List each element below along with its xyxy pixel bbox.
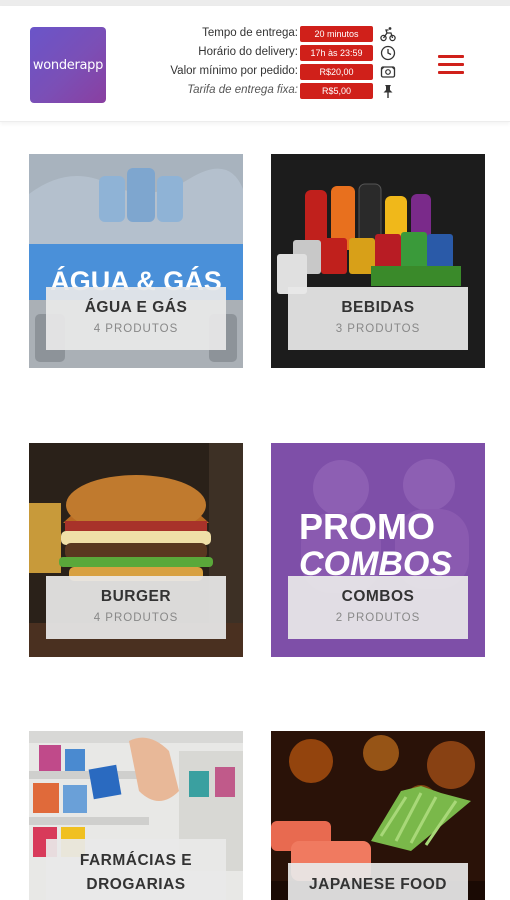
wonderapp-logo[interactable]: wonderapp (30, 27, 106, 103)
delivery-fee-row: Tarifa de entrega fixa: R$5,00 (140, 83, 402, 101)
minimum-order-row: Valor mínimo por pedido: R$20,00 (140, 64, 402, 82)
category-label-box: BURGER 4 PRODUTOS (46, 576, 226, 639)
category-label-box: ÁGUA E GÁS 4 PRODUTOS (46, 287, 226, 350)
category-card-bebidas[interactable]: BEBIDAS 3 PRODUTOS (271, 154, 485, 368)
category-label-box: JAPANESE FOOD (288, 863, 468, 900)
category-title: COMBOS (341, 588, 415, 605)
category-card-burger[interactable]: BURGER 4 PRODUTOS (29, 443, 243, 657)
category-title: BURGER (100, 588, 172, 605)
delivery-hours-row: Horário do delivery: 17h às 23:59 (140, 45, 402, 63)
category-title-line1: FARMÁCIAS E (79, 852, 193, 869)
money-icon (380, 66, 396, 78)
category-product-count: 4 PRODUTOS (93, 323, 179, 335)
pin-icon (383, 85, 393, 98)
minimum-order-label: Valor mínimo por pedido: (170, 65, 298, 77)
delivery-time-value: 20 minutos (300, 26, 373, 42)
category-card-japanese-food[interactable]: JAPANESE FOOD (271, 731, 485, 900)
delivery-hours-label: Horário do delivery: (198, 46, 298, 58)
category-label-box: FARMÁCIAS E DROGARIAS (46, 839, 226, 900)
delivery-fee-label: Tarifa de entrega fixa: (187, 84, 298, 96)
category-label-box: BEBIDAS 3 PRODUTOS (288, 287, 468, 350)
category-title: JAPANESE FOOD (309, 876, 447, 893)
delivery-time-label: Tempo de entrega: (202, 27, 298, 39)
category-product-count: 4 PRODUTOS (93, 612, 179, 624)
logo-text: wonderapp (32, 57, 104, 73)
category-product-count: 3 PRODUTOS (335, 323, 421, 335)
app-header: wonderapp Tempo de entrega: 20 minutos H… (0, 6, 510, 122)
delivery-time-row: Tempo de entrega: 20 minutos (140, 26, 402, 44)
category-title: ÁGUA E GÁS (84, 299, 188, 316)
category-card-combos[interactable]: PROMO COMBOS COMBOS 2 PRODUTOS (271, 443, 485, 657)
category-card-farmacias[interactable]: FARMÁCIAS E DROGARIAS (29, 731, 243, 900)
hamburger-menu-icon[interactable] (438, 55, 464, 77)
category-label-box: COMBOS 2 PRODUTOS (288, 576, 468, 639)
category-title-line2: DROGARIAS (86, 876, 186, 893)
clock-icon (380, 45, 396, 61)
category-product-count: 2 PRODUTOS (335, 612, 421, 624)
promo-banner-line1: PROMO (299, 506, 435, 547)
category-title: BEBIDAS (341, 299, 415, 316)
delivery-fee-value: R$5,00 (300, 83, 373, 99)
delivery-hours-value: 17h às 23:59 (300, 45, 373, 61)
bike-icon (380, 27, 396, 42)
minimum-order-value: R$20,00 (300, 64, 373, 80)
category-card-agua-e-gas[interactable]: ÁGUA & GÁS ÁGUA E GÁS 4 PRODUTOS (29, 154, 243, 368)
